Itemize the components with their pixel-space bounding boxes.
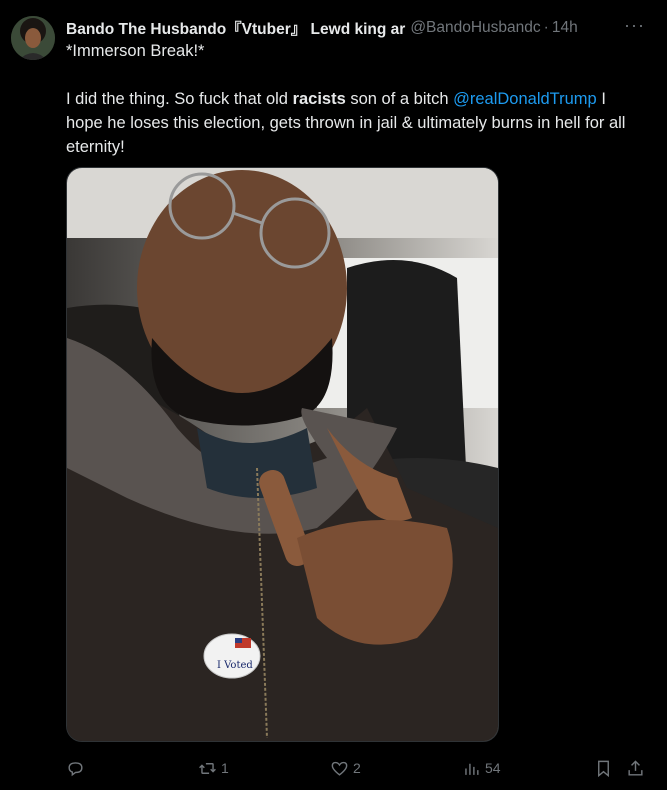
views-icon bbox=[465, 763, 479, 775]
photo-illustration: I Voted bbox=[67, 168, 498, 741]
sticker-text: I Voted bbox=[217, 660, 253, 671]
repost-count: 1 bbox=[221, 760, 229, 776]
mention-link[interactable]: @realDonaldTrump bbox=[453, 90, 597, 108]
tweet-text-part: son of a bitch bbox=[345, 90, 454, 108]
views-button[interactable]: 54 bbox=[462, 756, 501, 780]
repost-icon bbox=[199, 762, 216, 774]
tweet-body: *Immerson Break!* I did the thing. So fu… bbox=[66, 39, 646, 159]
tweet-actions: 1 2 54 bbox=[66, 756, 652, 780]
share-icon bbox=[628, 759, 643, 776]
tweet-header: Bando The Husbando『Vtuber』 Lewd king ar … bbox=[66, 17, 655, 39]
repost-button[interactable]: 1 bbox=[198, 756, 229, 780]
tweet-bold-word: racists bbox=[292, 90, 346, 108]
tweet-text-part: I did the thing. So fuck that old bbox=[66, 90, 293, 108]
share-button[interactable] bbox=[626, 756, 645, 780]
like-count: 2 bbox=[353, 760, 361, 776]
bookmark-icon bbox=[598, 760, 609, 777]
separator: · bbox=[543, 19, 549, 36]
reply-icon bbox=[68, 761, 83, 776]
view-count: 54 bbox=[485, 760, 501, 776]
tweet-photo[interactable]: I Voted bbox=[66, 167, 499, 742]
reply-button[interactable] bbox=[66, 756, 89, 780]
user-handle[interactable]: @BandoHusbandc bbox=[410, 19, 540, 37]
tweet-line-1: *Immerson Break!* bbox=[66, 42, 205, 60]
like-button[interactable]: 2 bbox=[330, 756, 361, 780]
heart-icon bbox=[331, 761, 348, 776]
bookmark-button[interactable] bbox=[594, 756, 613, 780]
avatar-image bbox=[11, 16, 55, 60]
tweet-paragraph: I did the thing. So fuck that old racist… bbox=[66, 87, 646, 159]
more-options-icon[interactable]: ··· bbox=[624, 15, 645, 36]
display-name[interactable]: Bando The Husbando『Vtuber』 Lewd king ar bbox=[66, 17, 405, 39]
timestamp[interactable]: 14h bbox=[552, 19, 578, 37]
avatar[interactable] bbox=[11, 16, 55, 60]
